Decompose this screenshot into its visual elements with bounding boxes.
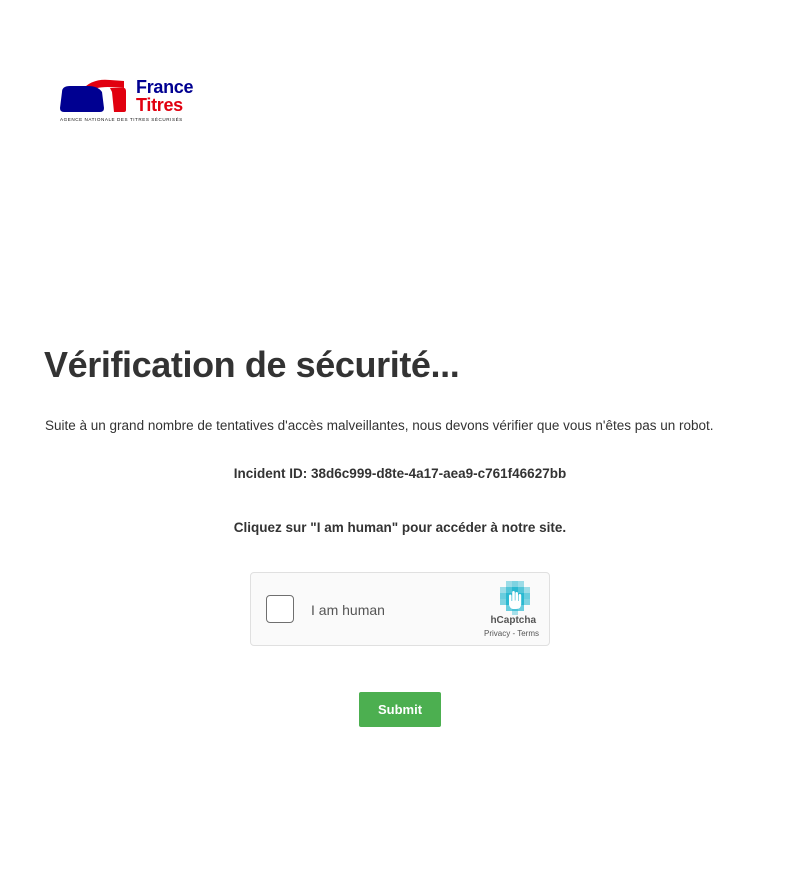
logo-wordmark-line2: Titres <box>136 95 183 115</box>
logo-wordmark: France Titres <box>136 77 194 115</box>
captcha-terms-link[interactable]: Terms <box>517 629 539 638</box>
instruction-text: Cliquez sur "I am human" pour accéder à … <box>233 520 567 535</box>
incident-id: Incident ID: 38d6c999-d8te-4a17-aea9-c76… <box>233 466 567 481</box>
captcha-privacy-link[interactable]: Privacy <box>484 629 510 638</box>
captcha-links: Privacy - Terms <box>484 629 539 639</box>
captcha-brand: hCaptcha <box>490 615 536 626</box>
hcaptcha-widget: I am human hCaptcha Privacy - Terms <box>250 572 550 646</box>
france-titres-logo: France Titres AGENCE NATIONALE DES TITRE… <box>58 78 203 128</box>
submit-button[interactable]: Submit <box>359 692 441 727</box>
logo-tagline: AGENCE NATIONALE DES TITRES SÉCURISÉS <box>60 117 183 122</box>
france-titres-mark-icon <box>60 79 126 112</box>
captcha-label: I am human <box>311 602 385 618</box>
logo-wordmark-line1: France <box>136 77 194 97</box>
page-title: Vérification de sécurité... <box>44 344 460 385</box>
captcha-checkbox[interactable] <box>266 595 294 623</box>
intro-text: Suite à un grand nombre de tentatives d'… <box>45 418 714 433</box>
hcaptcha-hand-icon <box>500 581 530 615</box>
